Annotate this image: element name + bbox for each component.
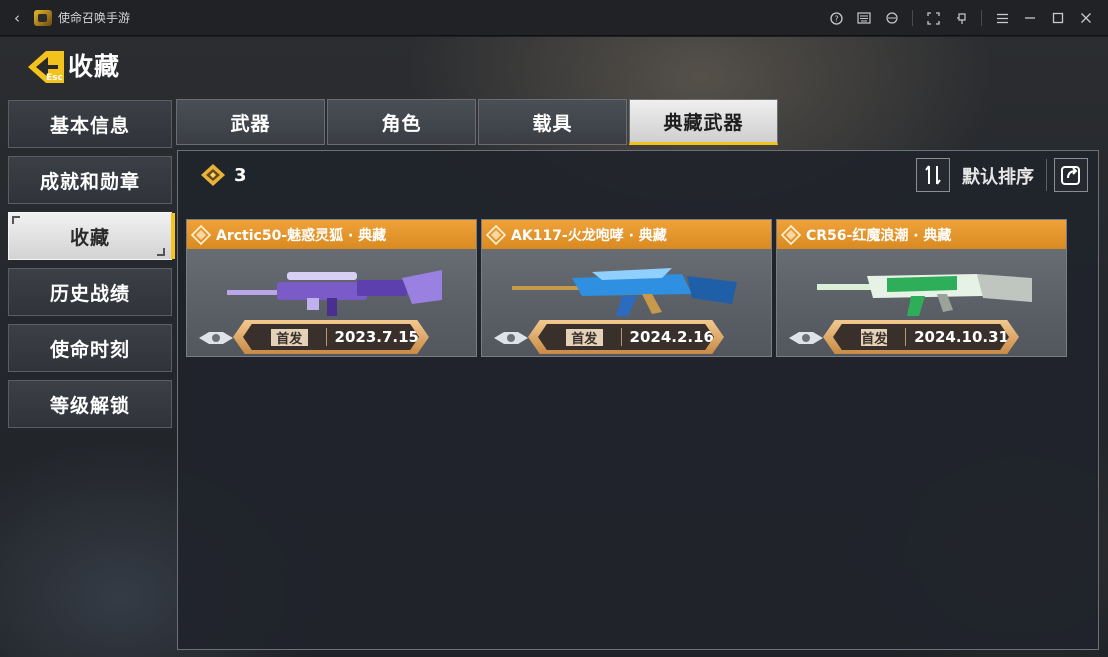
first-release-tag: 首发: [271, 328, 308, 347]
window-titlebar: ‹ 使命召唤手游 ?: [0, 0, 1108, 36]
release-badge: 首发 2023.7.15: [233, 320, 429, 354]
tab-label: 角色: [381, 112, 422, 135]
assault-rifle-image: [512, 268, 737, 316]
card-header: CR56-红魔浪潮 · 典藏: [777, 220, 1066, 249]
corner-bracket-icon: [157, 248, 165, 256]
menu-icon[interactable]: [988, 0, 1016, 36]
card-list: Arctic50-魅惑灵狐 · 典藏 首发 2023.7.15 AK117-火龙…: [186, 219, 1071, 357]
card-title: CR56-红魔浪潮 · 典藏: [806, 227, 952, 244]
tab-label: 典藏武器: [663, 111, 744, 134]
pin-icon[interactable]: [947, 0, 975, 36]
sidebar-item-moments[interactable]: 使命时刻: [8, 324, 172, 372]
assault-rifle-image: [817, 274, 1032, 316]
release-date: 2023.7.15: [334, 328, 419, 346]
release-badge: 首发 2024.10.31: [823, 320, 1019, 354]
tab-characters[interactable]: 角色: [327, 99, 476, 145]
sort-icon: [925, 165, 941, 185]
share-button[interactable]: [1054, 158, 1088, 192]
rank-emblem-icon: [494, 332, 528, 344]
svg-text:?: ?: [834, 14, 838, 23]
release-date: 2024.2.16: [629, 328, 714, 346]
help-icon[interactable]: ?: [822, 0, 850, 36]
keyboard-icon[interactable]: [850, 0, 878, 36]
sidebar-item-label: 收藏: [69, 226, 110, 249]
sort-button[interactable]: [916, 158, 950, 192]
tab-weapons[interactable]: 武器: [176, 99, 325, 145]
legendary-diamond-icon: [191, 224, 211, 245]
sidebar-item-label: 成就和勋章: [39, 170, 140, 193]
badge-divider: [325, 328, 327, 346]
sort-label[interactable]: 默认排序: [962, 163, 1034, 189]
sidebar-item-collection[interactable]: 收藏: [8, 212, 175, 260]
first-release-tag: 首发: [861, 328, 888, 347]
fullscreen-icon[interactable]: [919, 0, 947, 36]
gamepad-icon[interactable]: [878, 0, 906, 36]
tab-label: 载具: [532, 112, 573, 135]
sidebar-item-label: 历史战绩: [49, 282, 130, 305]
badge-divider: [905, 328, 907, 346]
weapon-card[interactable]: CR56-红魔浪潮 · 典藏 首发 2024.10.31: [776, 219, 1067, 357]
weapon-card[interactable]: AK117-火龙咆哮 · 典藏 首发 2024.2.16: [481, 219, 772, 357]
legendary-rank-icon: [201, 164, 225, 186]
sidebar-item-history[interactable]: 历史战绩: [8, 268, 172, 316]
page-title: 收藏: [68, 52, 121, 81]
back-icon[interactable]: ‹: [14, 9, 28, 27]
titlebar-divider: [981, 10, 982, 26]
rank-emblem-icon: [789, 332, 823, 344]
badge-divider: [620, 328, 622, 346]
card-title: Arctic50-魅惑灵狐 · 典藏: [216, 227, 387, 244]
sidebar-item-label: 等级解锁: [49, 394, 130, 417]
tab-vehicles[interactable]: 载具: [478, 99, 627, 145]
weapon-card[interactable]: Arctic50-魅惑灵狐 · 典藏 首发 2023.7.15: [186, 219, 477, 357]
tab-bar: 武器 角色 载具 典藏武器: [176, 99, 780, 145]
sidebar: 基本信息 成就和勋章 收藏 历史战绩 使命时刻 等级解锁: [8, 100, 175, 436]
collection-panel: 3 默认排序 Arctic50-魅惑灵狐 · 典藏 首发 2023.7.15 A…: [177, 150, 1099, 650]
esc-label: Esc: [46, 73, 63, 83]
sidebar-item-achievements[interactable]: 成就和勋章: [8, 156, 172, 204]
sidebar-item-label: 使命时刻: [49, 338, 130, 361]
legendary-diamond-icon: [781, 224, 801, 245]
corner-bracket-icon: [12, 216, 20, 224]
share-icon: [1061, 166, 1080, 185]
first-release-tag: 首发: [566, 328, 603, 347]
sidebar-item-label: 基本信息: [49, 114, 130, 137]
card-header: Arctic50-魅惑灵狐 · 典藏: [187, 220, 476, 249]
collection-count-value: 3: [234, 164, 247, 186]
close-icon[interactable]: [1072, 0, 1100, 36]
card-title: AK117-火龙咆哮 · 典藏: [511, 227, 667, 244]
legendary-diamond-icon: [486, 224, 506, 245]
collection-count: 3: [200, 163, 247, 187]
release-date: 2024.10.31: [914, 328, 1009, 346]
tab-legendary-weapons[interactable]: 典藏武器: [629, 99, 778, 145]
tab-label: 武器: [230, 112, 271, 135]
toolbar-divider: [1046, 159, 1047, 191]
sidebar-item-basic-info[interactable]: 基本信息: [8, 100, 172, 148]
titlebar-divider: [912, 10, 913, 26]
minimize-icon[interactable]: [1016, 0, 1044, 36]
rank-emblem-icon: [199, 332, 233, 344]
game-view: Esc 收藏 基本信息 成就和勋章 收藏 历史战绩 使命时刻 等级解锁 武器 角…: [0, 37, 1108, 657]
card-header: AK117-火龙咆哮 · 典藏: [482, 220, 771, 249]
maximize-icon[interactable]: [1044, 0, 1072, 36]
sniper-rifle-image: [227, 270, 442, 316]
sidebar-item-level-unlock[interactable]: 等级解锁: [8, 380, 172, 428]
release-badge: 首发 2024.2.16: [528, 320, 724, 354]
window-title: 使命召唤手游: [58, 11, 131, 25]
app-logo-icon: [34, 9, 52, 26]
